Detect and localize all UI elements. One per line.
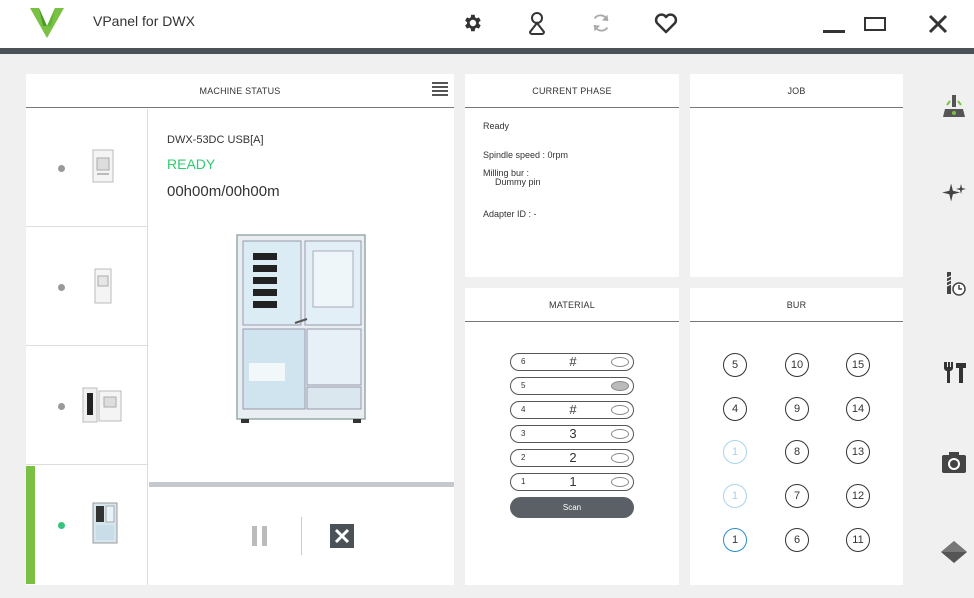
slot-number: 2 bbox=[521, 453, 526, 462]
machine-image bbox=[236, 234, 366, 423]
milling-icon[interactable] bbox=[940, 92, 968, 120]
machine-item-1[interactable] bbox=[26, 109, 148, 227]
tools-icon[interactable] bbox=[940, 358, 968, 386]
slot-number: 6 bbox=[521, 357, 526, 366]
control-divider bbox=[301, 517, 302, 555]
disc-icon bbox=[611, 381, 629, 391]
bur-slot[interactable]: 4 bbox=[723, 397, 747, 421]
slot-number: 5 bbox=[521, 381, 526, 390]
job-panel: JOB bbox=[690, 74, 903, 277]
machine-list bbox=[26, 109, 148, 585]
machine-item-3[interactable] bbox=[26, 347, 148, 465]
machine-status-header: MACHINE STATUS bbox=[26, 74, 454, 108]
close-icon[interactable] bbox=[920, 8, 956, 40]
machine-thumbnail-icon bbox=[94, 268, 112, 304]
gear-icon[interactable] bbox=[457, 8, 487, 38]
machine-thumbnail-icon bbox=[82, 387, 122, 423]
material-slot-1[interactable]: 1 1 bbox=[510, 473, 634, 491]
material-slot-5[interactable]: 5 bbox=[510, 377, 634, 395]
vpanel-logo bbox=[30, 8, 64, 38]
material-panel: MATERIAL 6 # 5 4 # 3 3 2 2 1 1 Scan bbox=[465, 288, 679, 585]
status-dot bbox=[58, 284, 65, 291]
machine-time: 00h00m/00h00m bbox=[167, 183, 280, 200]
slot-value: 1 bbox=[569, 474, 577, 489]
title-bar: VPanel for DWX bbox=[0, 0, 974, 48]
bur-title: BUR bbox=[786, 299, 807, 310]
person-icon[interactable] bbox=[522, 8, 552, 38]
material-title: MATERIAL bbox=[549, 299, 595, 310]
material-slot-2[interactable]: 2 2 bbox=[510, 449, 634, 467]
phase-ready: Ready bbox=[483, 121, 510, 131]
disc-icon bbox=[611, 357, 629, 367]
machine-state: READY bbox=[167, 156, 216, 172]
machine-status-title: MACHINE STATUS bbox=[199, 85, 281, 96]
bur-slot[interactable]: 1 bbox=[723, 484, 747, 508]
machine-status-panel: MACHINE STATUS DWX-53DC USB[A] READY 00h… bbox=[26, 74, 454, 585]
refresh-icon[interactable] bbox=[586, 8, 616, 38]
job-title: JOB bbox=[787, 85, 806, 96]
bur-slot[interactable]: 10 bbox=[785, 353, 809, 377]
bur-slot[interactable]: 11 bbox=[846, 528, 870, 552]
minimize-icon[interactable] bbox=[816, 8, 852, 40]
adapter-id: Adapter ID : - bbox=[483, 209, 537, 219]
scan-button[interactable]: Scan bbox=[510, 497, 634, 518]
machine-model: DWX-53DC USB[A] bbox=[167, 134, 264, 146]
current-phase-header: CURRENT PHASE bbox=[465, 74, 679, 108]
disc-icon bbox=[611, 429, 629, 439]
machine-item-2[interactable] bbox=[26, 228, 148, 346]
status-dot bbox=[58, 403, 65, 410]
milling-bur-value: Dummy pin bbox=[495, 177, 541, 187]
disc-icon bbox=[611, 405, 629, 415]
sparkle-icon[interactable] bbox=[940, 180, 968, 208]
slot-number: 4 bbox=[521, 405, 526, 414]
selected-indicator bbox=[26, 466, 35, 584]
status-dot bbox=[58, 165, 65, 172]
job-header: JOB bbox=[690, 74, 903, 108]
bur-slot-selected[interactable]: 1 bbox=[723, 528, 747, 552]
spindle-speed: Spindle speed : 0rpm bbox=[483, 150, 569, 160]
machine-thumbnail-icon bbox=[92, 149, 114, 183]
material-slot-6[interactable]: 6 # bbox=[510, 353, 634, 371]
heart-icon[interactable] bbox=[651, 8, 681, 38]
slot-value: 2 bbox=[569, 450, 577, 465]
bur-slot[interactable]: 6 bbox=[785, 528, 809, 552]
bur-timer-icon[interactable] bbox=[940, 270, 968, 298]
current-phase-panel: CURRENT PHASE Ready Spindle speed : 0rpm… bbox=[465, 74, 679, 277]
slot-value: # bbox=[569, 402, 577, 417]
bur-slot[interactable]: 13 bbox=[846, 440, 870, 464]
bur-slot[interactable]: 5 bbox=[723, 353, 747, 377]
bur-slot[interactable]: 1 bbox=[723, 440, 747, 464]
app-title: VPanel for DWX bbox=[93, 13, 195, 29]
material-slot-4[interactable]: 4 # bbox=[510, 401, 634, 419]
machine-item-4[interactable] bbox=[26, 466, 148, 584]
slot-number: 1 bbox=[521, 477, 526, 486]
bur-slot[interactable]: 7 bbox=[785, 484, 809, 508]
bur-panel: BUR 5 4 1 1 1 10 9 8 7 6 15 14 13 12 11 bbox=[690, 288, 903, 585]
pause-button[interactable] bbox=[252, 526, 268, 546]
slot-value: # bbox=[569, 354, 577, 369]
material-header: MATERIAL bbox=[465, 288, 679, 322]
material-slot-3[interactable]: 3 3 bbox=[510, 425, 634, 443]
bur-slot[interactable]: 9 bbox=[785, 397, 809, 421]
diamond-icon[interactable] bbox=[940, 538, 968, 566]
bur-slot[interactable]: 15 bbox=[846, 353, 870, 377]
bur-slot[interactable]: 14 bbox=[846, 397, 870, 421]
main-area: MACHINE STATUS DWX-53DC USB[A] READY 00h… bbox=[0, 54, 974, 598]
close-icon bbox=[334, 528, 350, 544]
job-controls bbox=[149, 487, 454, 585]
stop-button[interactable] bbox=[330, 524, 354, 548]
status-dot bbox=[58, 522, 65, 529]
bur-slot[interactable]: 8 bbox=[785, 440, 809, 464]
menu-icon[interactable] bbox=[432, 82, 448, 96]
slot-number: 3 bbox=[521, 429, 526, 438]
disc-icon bbox=[611, 453, 629, 463]
slot-value: 3 bbox=[569, 426, 577, 441]
disc-icon bbox=[611, 477, 629, 487]
bur-header: BUR bbox=[690, 288, 903, 322]
maximize-icon[interactable] bbox=[857, 8, 893, 40]
machine-thumbnail-icon bbox=[92, 502, 118, 544]
camera-icon[interactable] bbox=[940, 448, 968, 476]
bur-slot[interactable]: 12 bbox=[846, 484, 870, 508]
current-phase-title: CURRENT PHASE bbox=[532, 85, 612, 96]
